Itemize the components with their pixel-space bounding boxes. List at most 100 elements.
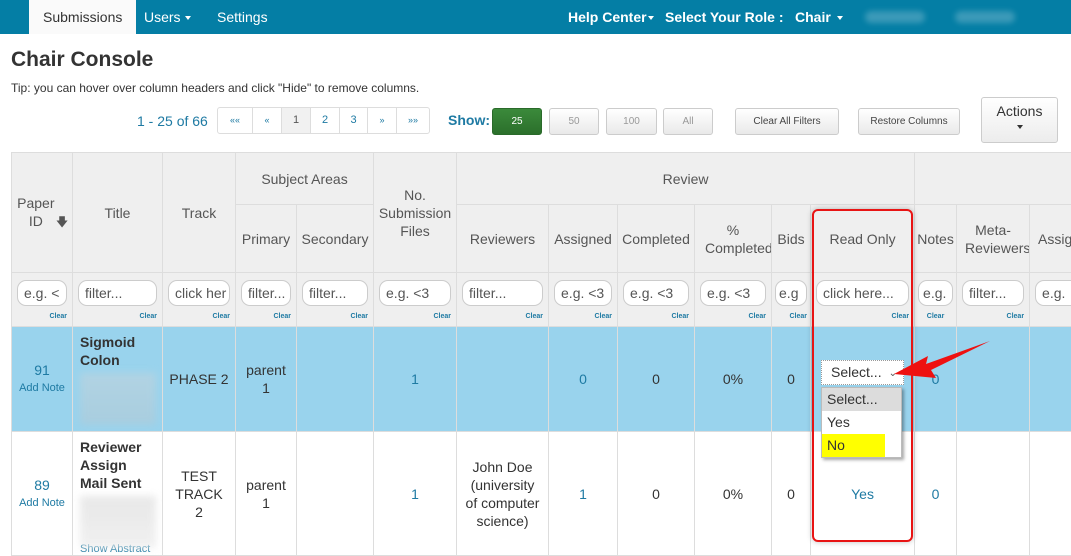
clear-all-filters-button[interactable]: Clear All Filters xyxy=(735,108,839,135)
cell-submission-files: 1 xyxy=(374,432,457,556)
add-note-link[interactable]: Add Note xyxy=(12,494,72,512)
filter-cell-pct-completed: e.g. <3 Clear xyxy=(695,273,772,327)
assigned-link[interactable]: 0 xyxy=(579,371,587,387)
filter-title[interactable]: filter... xyxy=(78,280,157,306)
filter-pct-completed[interactable]: e.g. <3 xyxy=(700,280,766,306)
pager-first[interactable]: «« xyxy=(218,108,252,133)
col-header-paper-id[interactable]: Paper ID🡇 xyxy=(12,153,73,273)
col-header-reviewers[interactable]: Reviewers xyxy=(457,205,549,273)
table-row[interactable]: 91Add Note Sigmoid Colon PHASE 2 parent … xyxy=(12,327,1071,432)
cell-pct-completed: 0% xyxy=(695,432,772,556)
pager-last[interactable]: »» xyxy=(396,108,429,133)
clear-completed[interactable]: Clear xyxy=(623,308,689,326)
cell-notes: 0 xyxy=(915,432,957,556)
clear-pct-completed[interactable]: Clear xyxy=(700,308,766,326)
submission-files-link[interactable]: 1 xyxy=(411,371,419,387)
assigned-link[interactable]: 1 xyxy=(579,486,587,502)
col-header-meta-reviewers[interactable]: Meta-Reviewers xyxy=(957,205,1030,273)
role-select[interactable]: Chair xyxy=(795,0,843,34)
add-note-link[interactable]: Add Note xyxy=(12,379,72,397)
filter-meta-reviewers[interactable]: filter... xyxy=(962,280,1024,306)
cell-paper-id: 91Add Note xyxy=(12,327,73,432)
clear-notes[interactable]: Clear xyxy=(918,308,953,326)
col-header-secondary[interactable]: Secondary xyxy=(297,205,374,273)
col-header-bids[interactable]: Bids xyxy=(772,205,811,273)
role-value: Chair xyxy=(795,9,831,25)
pagination: «« « 1 2 3 » »» xyxy=(217,107,430,134)
pager-page-2[interactable]: 2 xyxy=(310,108,339,133)
caret-down-icon xyxy=(648,16,654,20)
col-header-completed[interactable]: Completed xyxy=(618,205,695,273)
col-header-meta-assigned[interactable]: Assig xyxy=(1030,205,1071,273)
notes-link[interactable]: 0 xyxy=(932,486,940,502)
clear-read-only[interactable]: Clear xyxy=(816,308,909,326)
table-row[interactable]: 89Add Note Reviewer Assign Mail SentShow… xyxy=(12,432,1071,556)
filter-track[interactable]: click her xyxy=(168,280,230,306)
col-header-notes[interactable]: Notes xyxy=(915,205,957,273)
clear-track[interactable]: Clear xyxy=(168,308,230,326)
show-25-button[interactable]: 25 xyxy=(492,108,542,135)
filter-notes[interactable]: e.g. xyxy=(918,280,953,306)
filter-cell-paper-id: e.g. < Clear xyxy=(12,273,73,327)
read-only-select[interactable]: Select... ⌄ xyxy=(821,360,904,385)
paper-title: Sigmoid Colon xyxy=(80,334,135,368)
primary-area: parent 1 xyxy=(246,361,286,397)
actions-button[interactable]: Actions xyxy=(981,97,1058,143)
blurred-account-menu[interactable] xyxy=(955,11,1015,23)
clear-submission-files[interactable]: Clear xyxy=(379,308,451,326)
read-only-option-select[interactable]: Select... xyxy=(822,388,901,411)
show-50-button[interactable]: 50 xyxy=(549,108,599,135)
clear-title[interactable]: Clear xyxy=(78,308,157,326)
filter-read-only[interactable]: click here... xyxy=(816,280,909,306)
nav-tab-submissions[interactable]: Submissions xyxy=(29,0,136,34)
clear-meta-reviewers[interactable]: Clear xyxy=(962,308,1024,326)
paper-id-link[interactable]: 91 xyxy=(34,362,50,378)
cell-meta-reviewers xyxy=(957,327,1030,432)
read-only-value[interactable]: Yes xyxy=(851,486,874,502)
filter-submission-files[interactable]: e.g. <3 xyxy=(379,280,451,306)
notes-link[interactable]: 0 xyxy=(932,371,940,387)
read-only-option-yes[interactable]: Yes xyxy=(822,411,901,434)
help-center-menu[interactable]: Help Center xyxy=(568,0,654,34)
filter-completed[interactable]: e.g. <3 xyxy=(623,280,689,306)
cell-pct-completed: 0% xyxy=(695,327,772,432)
submission-files-link[interactable]: 1 xyxy=(411,486,419,502)
clear-paper-id[interactable]: Clear xyxy=(17,308,67,326)
paper-id-link[interactable]: 89 xyxy=(34,477,50,493)
filter-paper-id[interactable]: e.g. < xyxy=(17,280,67,306)
clear-reviewers[interactable]: Clear xyxy=(462,308,543,326)
blurred-authors xyxy=(80,373,156,425)
pager-page-1[interactable]: 1 xyxy=(281,108,310,133)
col-header-read-only[interactable]: Read Only xyxy=(811,205,915,273)
reviewer-name: John Doe (university of computer science… xyxy=(465,458,541,530)
nav-tab-users[interactable]: Users xyxy=(144,0,191,34)
restore-columns-button[interactable]: Restore Columns xyxy=(858,108,960,135)
col-header-submission-files[interactable]: No. Submission Files xyxy=(374,153,457,273)
show-100-button[interactable]: 100 xyxy=(606,108,657,135)
blurred-user-menu[interactable] xyxy=(865,11,925,23)
read-only-option-no[interactable]: No xyxy=(822,434,885,457)
col-header-primary[interactable]: Primary xyxy=(236,205,297,273)
filter-assigned[interactable]: e.g. <3 xyxy=(554,280,612,306)
clear-assigned[interactable]: Clear xyxy=(554,308,612,326)
filter-meta-assigned[interactable]: e.g. xyxy=(1035,280,1071,306)
nav-tab-settings[interactable]: Settings xyxy=(217,0,268,34)
cell-bids: 0 xyxy=(772,432,811,556)
col-header-pct-completed[interactable]: % Completed xyxy=(695,205,772,273)
filter-primary[interactable]: filter... xyxy=(241,280,291,306)
group-header-subject-areas: Subject Areas xyxy=(236,153,374,205)
clear-bids[interactable]: Clear xyxy=(775,308,807,326)
pager-prev[interactable]: « xyxy=(252,108,281,133)
filter-secondary[interactable]: filter... xyxy=(302,280,368,306)
col-header-assigned[interactable]: Assigned xyxy=(549,205,618,273)
clear-primary[interactable]: Clear xyxy=(241,308,291,326)
pager-page-3[interactable]: 3 xyxy=(339,108,367,133)
clear-secondary[interactable]: Clear xyxy=(302,308,368,326)
col-header-title[interactable]: Title xyxy=(73,153,163,273)
show-all-button[interactable]: All xyxy=(663,108,713,135)
group-header-review: Review xyxy=(457,153,915,205)
col-header-track[interactable]: Track xyxy=(163,153,236,273)
filter-bids[interactable]: e.g xyxy=(775,280,807,306)
filter-reviewers[interactable]: filter... xyxy=(462,280,543,306)
pager-next[interactable]: » xyxy=(367,108,396,133)
